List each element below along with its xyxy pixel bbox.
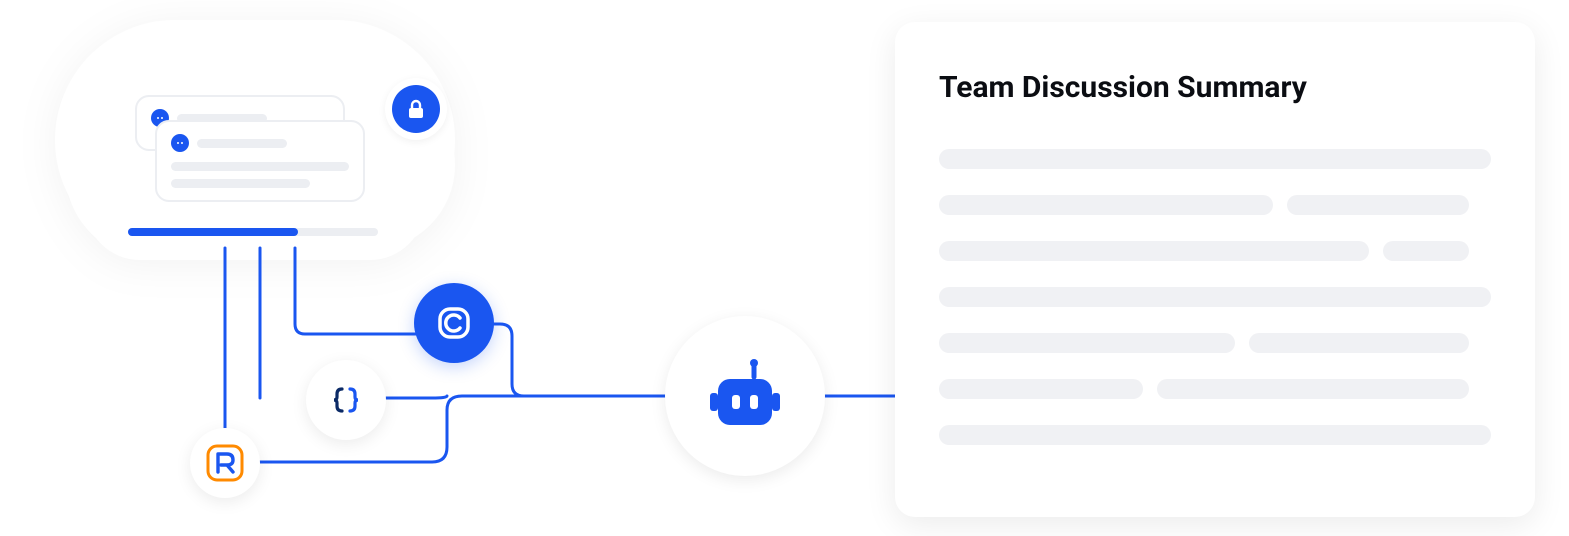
summary-panel: Team Discussion Summary (895, 22, 1535, 517)
avatar-icon (171, 134, 189, 152)
code-brackets-icon (328, 382, 364, 418)
r-letter-icon (203, 441, 247, 485)
service-node-c (414, 283, 494, 363)
summary-title: Team Discussion Summary (939, 70, 1491, 105)
lock-icon (404, 97, 428, 121)
message-card (155, 120, 365, 202)
service-node-brackets (306, 360, 386, 440)
progress-fill (128, 228, 298, 236)
robot-icon (700, 351, 790, 441)
ai-robot-node (665, 316, 825, 476)
lock-badge (385, 78, 447, 140)
c-logo-icon (434, 303, 474, 343)
service-node-r (190, 428, 260, 498)
progress-bar (128, 228, 378, 236)
